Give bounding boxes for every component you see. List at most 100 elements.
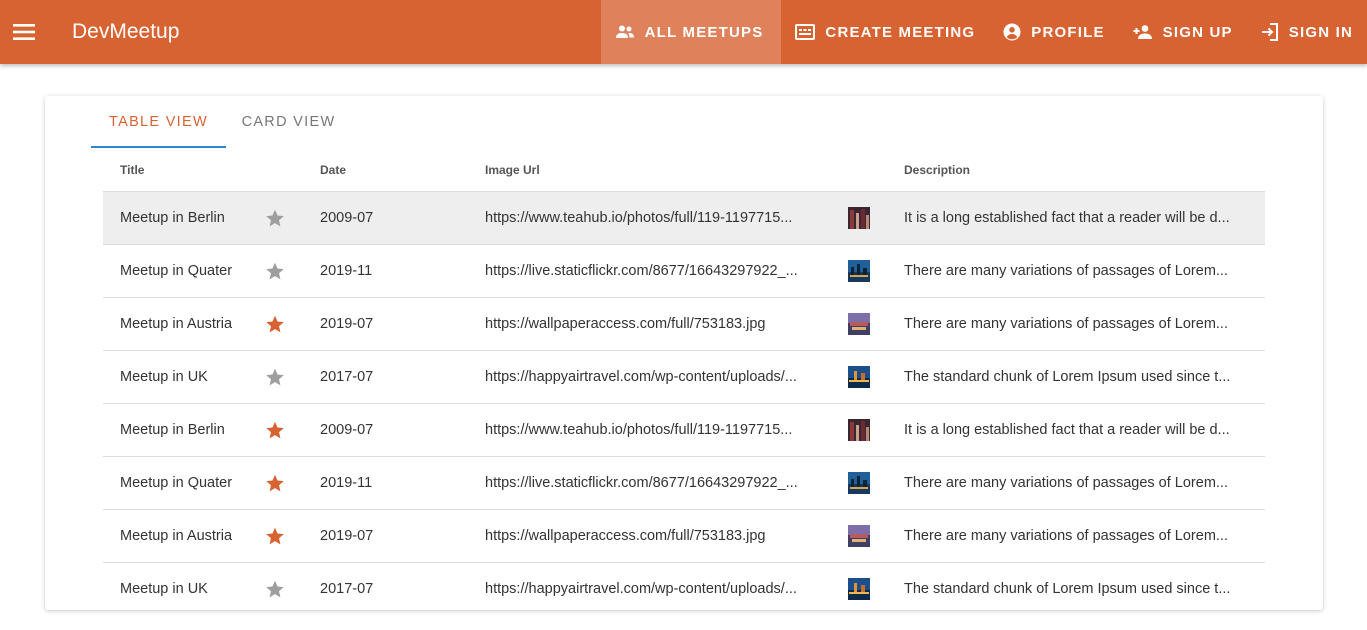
nav-create-meeting[interactable]: CREATE MEETING — [781, 0, 989, 64]
cell-date: 2019-11 — [303, 244, 468, 298]
nav-create-meeting-label: CREATE MEETING — [825, 23, 976, 41]
star-icon[interactable] — [264, 473, 286, 494]
nav-profile-label: PROFILE — [1031, 23, 1105, 41]
cell-image-url: https://www.teahub.io/photos/full/119-11… — [468, 191, 887, 245]
cell-image-url: https://live.staticflickr.com/8677/16643… — [468, 456, 887, 510]
meetup-thumbnail — [848, 260, 870, 282]
cell-image-url: https://wallpaperaccess.com/full/753183.… — [468, 509, 887, 563]
cell-description: It is a long established fact that a rea… — [887, 191, 1265, 245]
nav-sign-up-label: SIGN UP — [1162, 23, 1233, 41]
tab-card-view[interactable]: CARD VIEW — [226, 96, 351, 148]
meetup-thumbnail — [848, 578, 870, 600]
account-circle-icon — [1003, 23, 1021, 41]
meetup-title: Meetup in UK — [120, 581, 208, 597]
meetup-title: Meetup in Austria — [120, 316, 233, 332]
meetup-thumbnail — [848, 207, 870, 229]
star-icon[interactable] — [264, 314, 286, 335]
star-icon[interactable] — [264, 367, 286, 388]
image-url-text: https://live.staticflickr.com/8677/16643… — [485, 263, 798, 279]
cell-date: 2009-07 — [303, 403, 468, 457]
image-url-text: https://happyairtravel.com/wp-content/up… — [485, 369, 797, 385]
column-header-title[interactable]: Title — [103, 148, 303, 192]
image-url-text: https://www.teahub.io/photos/full/119-11… — [485, 422, 793, 438]
meetup-thumbnail — [848, 525, 870, 547]
cell-description: The standard chunk of Lorem Ipsum used s… — [887, 562, 1265, 610]
column-header-date[interactable]: Date — [303, 148, 468, 192]
nav-sign-in-label: SIGN IN — [1288, 23, 1353, 41]
column-header-image-url[interactable]: Image Url — [468, 148, 887, 192]
meetup-title: Meetup in Berlin — [120, 422, 225, 438]
create-meeting-icon — [795, 24, 816, 40]
table-row[interactable]: Meetup in UK 2017-07 https://happyairtrave… — [103, 562, 1265, 610]
cell-title: Meetup in Berlin — [103, 403, 303, 457]
cell-image-url: https://live.staticflickr.com/8677/16643… — [468, 244, 887, 298]
nav-profile[interactable]: PROFILE — [989, 0, 1118, 64]
meetup-title: Meetup in Quater — [120, 263, 233, 279]
nav-sign-up[interactable]: SIGN UP — [1119, 0, 1247, 64]
menu-icon — [13, 24, 35, 40]
cell-description: There are many variations of passages of… — [887, 509, 1265, 563]
cell-title: Meetup in Austria — [103, 297, 303, 351]
table-row[interactable]: Meetup in Quater 2019-11 https://live.stat… — [103, 456, 1265, 510]
nav-all-meetups[interactable]: ALL MEETUPS — [600, 0, 782, 64]
view-tabs: TABLE VIEW CARD VIEW — [91, 96, 351, 148]
table-row[interactable]: Meetup in Austria 2019-07 https://wallpape… — [103, 297, 1265, 351]
cell-date: 2019-07 — [303, 509, 468, 563]
table-row[interactable]: Meetup in Berlin 2009-07 https://www.teahu… — [103, 191, 1265, 245]
cell-description: It is a long established fact that a rea… — [887, 403, 1265, 457]
meetup-title: Meetup in Berlin — [120, 210, 225, 226]
description-text: There are many variations of passages of… — [904, 528, 1228, 544]
table-row[interactable]: Meetup in Quater 2019-11 https://live.stat… — [103, 244, 1265, 298]
column-header-description[interactable]: Description — [887, 148, 1265, 192]
meetups-table: Title Date Image Url Description Meetup … — [103, 148, 1265, 610]
description-text: It is a long established fact that a rea… — [904, 210, 1230, 226]
nav-bar: ALL MEETUPS CREATE MEETING PROFILE SIGN … — [600, 0, 1367, 64]
star-icon[interactable] — [264, 208, 286, 229]
meetup-thumbnail — [848, 313, 870, 335]
cell-date: 2019-07 — [303, 297, 468, 351]
cell-image-url: https://happyairtravel.com/wp-content/up… — [468, 562, 887, 610]
cell-image-url: https://happyairtravel.com/wp-content/up… — [468, 350, 887, 404]
cell-date: 2019-11 — [303, 456, 468, 510]
meetup-thumbnail — [848, 472, 870, 494]
cell-description: There are many variations of passages of… — [887, 244, 1265, 298]
meetup-thumbnail — [848, 366, 870, 388]
cell-title: Meetup in Berlin — [103, 191, 303, 245]
person-add-icon — [1133, 25, 1152, 39]
meetup-thumbnail — [848, 419, 870, 441]
meetup-title: Meetup in UK — [120, 369, 208, 385]
app-toolbar: DevMeetup ALL MEETUPS CREATE MEETING PRO… — [0, 0, 1367, 64]
cell-description: There are many variations of passages of… — [887, 456, 1265, 510]
app-title[interactable]: DevMeetup — [72, 20, 179, 44]
description-text: There are many variations of passages of… — [904, 263, 1228, 279]
star-icon[interactable] — [264, 526, 286, 547]
meetup-title: Meetup in Quater — [120, 475, 233, 491]
cell-date: 2017-07 — [303, 562, 468, 610]
group-icon — [615, 25, 634, 38]
cell-date: 2017-07 — [303, 350, 468, 404]
cell-description: The standard chunk of Lorem Ipsum used s… — [887, 350, 1265, 404]
image-url-text: https://www.teahub.io/photos/full/119-11… — [485, 210, 793, 226]
table-row[interactable]: Meetup in Berlin 2009-07 https://www.teahu… — [103, 403, 1265, 457]
cell-image-url: https://www.teahub.io/photos/full/119-11… — [468, 403, 887, 457]
description-text: The standard chunk of Lorem Ipsum used s… — [904, 369, 1231, 385]
description-text: It is a long established fact that a rea… — [904, 422, 1230, 438]
cell-title: Meetup in UK — [103, 562, 303, 610]
image-url-text: https://wallpaperaccess.com/full/753183.… — [485, 528, 766, 544]
star-icon[interactable] — [264, 420, 286, 441]
star-icon[interactable] — [264, 261, 286, 282]
table-row[interactable]: Meetup in UK 2017-07 https://happyairtrave… — [103, 350, 1265, 404]
description-text: There are many variations of passages of… — [904, 475, 1228, 491]
meetup-title: Meetup in Austria — [120, 528, 233, 544]
nav-all-meetups-label: ALL MEETUPS — [644, 23, 764, 41]
cell-title: Meetup in Quater — [103, 456, 303, 510]
login-icon — [1261, 23, 1278, 41]
tab-table-view[interactable]: TABLE VIEW — [91, 96, 226, 148]
meetups-card: TABLE VIEW CARD VIEW Title Date Image Ur… — [45, 96, 1323, 610]
cell-title: Meetup in Austria — [103, 509, 303, 563]
nav-sign-in[interactable]: SIGN IN — [1247, 0, 1367, 64]
table-row[interactable]: Meetup in Austria 2019-07 https://wallpape… — [103, 509, 1265, 563]
image-url-text: https://happyairtravel.com/wp-content/up… — [485, 581, 797, 597]
menu-button[interactable] — [0, 0, 48, 64]
star-icon[interactable] — [264, 579, 286, 600]
